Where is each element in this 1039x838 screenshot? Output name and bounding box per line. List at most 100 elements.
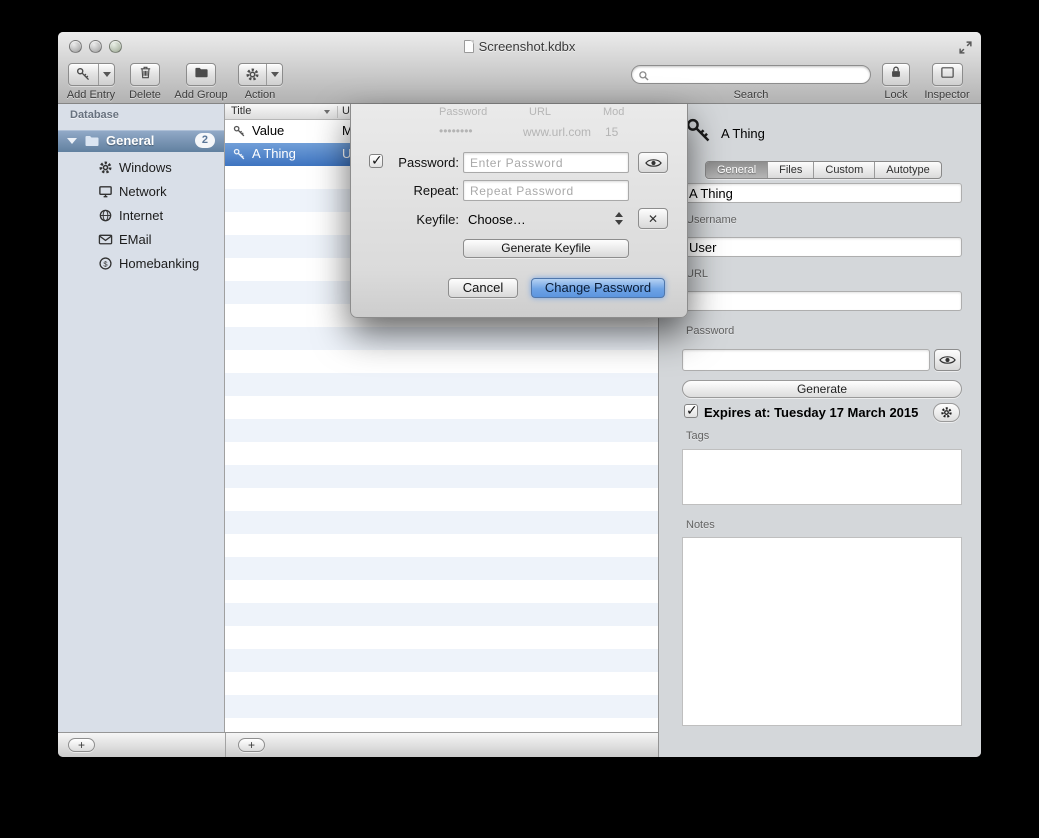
- url-field[interactable]: [682, 291, 962, 311]
- add-group-plus-button[interactable]: +: [68, 738, 95, 752]
- entry-key-icon: [685, 117, 713, 145]
- monitor-icon: [98, 184, 113, 199]
- username-field[interactable]: [682, 237, 962, 257]
- ghost-column-modified: Mod: [603, 106, 624, 118]
- column-divider[interactable]: [337, 106, 338, 118]
- chevron-down-icon: [103, 72, 111, 77]
- svg-text:$: $: [103, 259, 108, 268]
- folder-icon: [84, 133, 100, 149]
- gear-icon: [98, 160, 113, 175]
- add-entry-plus-button[interactable]: +: [238, 738, 265, 752]
- notes-input[interactable]: [682, 537, 962, 726]
- key-icon: [69, 64, 98, 85]
- tab-files[interactable]: Files: [767, 162, 813, 178]
- window-title: Screenshot.kdbx: [58, 39, 981, 54]
- ghost-column-url: URL: [529, 106, 551, 118]
- close-icon: ✕: [648, 212, 658, 226]
- expires-label: Expires at: Tuesday 17 March 2015: [704, 405, 918, 420]
- inspector-entry-title: A Thing: [721, 126, 765, 141]
- delete-button[interactable]: [130, 63, 160, 86]
- bottom-bar: + +: [58, 732, 658, 757]
- search-icon: [638, 69, 650, 81]
- sidebar-item-homebanking[interactable]: $ Homebanking: [58, 252, 224, 276]
- generate-password-button[interactable]: Generate: [682, 380, 962, 398]
- eye-icon: [939, 354, 956, 366]
- eye-icon: [645, 157, 662, 169]
- chevron-down-icon: [271, 72, 279, 77]
- bottom-bar-divider: [225, 733, 226, 757]
- folder-icon: [194, 65, 209, 85]
- fullscreen-icon[interactable]: [958, 40, 973, 55]
- search-field[interactable]: [631, 65, 871, 84]
- column-title[interactable]: Title: [231, 105, 251, 117]
- clear-keyfile-button[interactable]: ✕: [638, 208, 668, 229]
- globe-icon: [98, 208, 113, 223]
- sidebar: Database General 2 Windows Network: [58, 104, 225, 732]
- dialog-password-label: Password:: [387, 155, 459, 170]
- reveal-password-button[interactable]: [934, 349, 961, 371]
- inspector-panel-icon: [940, 65, 955, 85]
- dialog-reveal-password-button[interactable]: [638, 152, 668, 173]
- add-group-label: Add Group: [174, 89, 227, 101]
- inspector-tabs: General Files Custom Autotype: [705, 161, 942, 179]
- tags-input[interactable]: [682, 449, 962, 505]
- search-input[interactable]: [654, 67, 864, 82]
- password-label: Password: [686, 325, 734, 337]
- add-entry-label: Add Entry: [67, 89, 115, 101]
- sidebar-item-windows[interactable]: Windows: [58, 156, 224, 180]
- lock-button[interactable]: [882, 63, 910, 86]
- username-label: Username: [686, 214, 737, 226]
- add-entry-dropdown[interactable]: [98, 64, 114, 85]
- new-password-input[interactable]: [463, 152, 629, 173]
- password-checkbox[interactable]: [369, 154, 383, 168]
- delete-label: Delete: [129, 89, 161, 101]
- key-icon: [233, 148, 246, 161]
- dialog-repeat-label: Repeat:: [387, 183, 459, 198]
- sidebar-item-email[interactable]: EMail: [58, 228, 224, 252]
- gear-icon: [239, 64, 266, 85]
- window-chrome: Screenshot.kdbx Add Entry Delete: [58, 32, 981, 104]
- lock-icon: [889, 65, 903, 84]
- inspector-button[interactable]: [932, 63, 963, 86]
- envelope-icon: [98, 232, 113, 247]
- entry-count-badge: 2: [195, 133, 215, 148]
- inspector-panel: A Thing General Files Custom Autotype Us…: [658, 104, 981, 757]
- document-icon: [464, 40, 474, 53]
- desktop-background: Screenshot.kdbx Add Entry Delete: [0, 0, 1039, 838]
- password-field[interactable]: [682, 349, 930, 371]
- tab-custom[interactable]: Custom: [813, 162, 874, 178]
- repeat-password-input[interactable]: [463, 180, 629, 201]
- sidebar-item-general[interactable]: General 2: [58, 130, 224, 152]
- tab-general[interactable]: General: [706, 162, 767, 178]
- dialog-keyfile-label: Keyfile:: [387, 212, 459, 227]
- action-dropdown[interactable]: [266, 64, 282, 85]
- disclosure-triangle-icon[interactable]: [67, 138, 77, 144]
- sidebar-item-internet[interactable]: Internet: [58, 204, 224, 228]
- expires-settings-button[interactable]: [933, 403, 960, 422]
- tags-label: Tags: [686, 430, 709, 442]
- tab-autotype[interactable]: Autotype: [874, 162, 940, 178]
- ghost-modified-value: 15: [605, 125, 618, 139]
- title-field[interactable]: [682, 183, 962, 203]
- url-label: URL: [686, 268, 708, 280]
- sort-indicator-icon: [324, 110, 330, 114]
- change-password-dialog: Password URL Mod •••••••• www.url.com 15…: [350, 104, 688, 318]
- sidebar-item-network[interactable]: Network: [58, 180, 224, 204]
- ghost-url-value: www.url.com: [523, 125, 591, 139]
- group-label: General: [106, 133, 154, 148]
- inspector-label: Inspector: [924, 89, 969, 101]
- add-entry-button[interactable]: [68, 63, 115, 86]
- stepper-arrows-icon[interactable]: [615, 211, 624, 226]
- cancel-button[interactable]: Cancel: [448, 278, 518, 298]
- action-button[interactable]: [238, 63, 283, 86]
- change-password-button[interactable]: Change Password: [531, 278, 665, 298]
- gear-icon: [940, 406, 953, 419]
- dollar-icon: $: [98, 256, 113, 271]
- key-icon: [233, 125, 246, 138]
- action-label: Action: [245, 89, 276, 101]
- generate-keyfile-button[interactable]: Generate Keyfile: [463, 239, 629, 258]
- add-group-button[interactable]: [186, 63, 216, 86]
- keyfile-popup[interactable]: Choose…: [468, 212, 526, 227]
- ghost-column-password: Password: [439, 106, 487, 118]
- expires-checkbox[interactable]: [684, 404, 698, 418]
